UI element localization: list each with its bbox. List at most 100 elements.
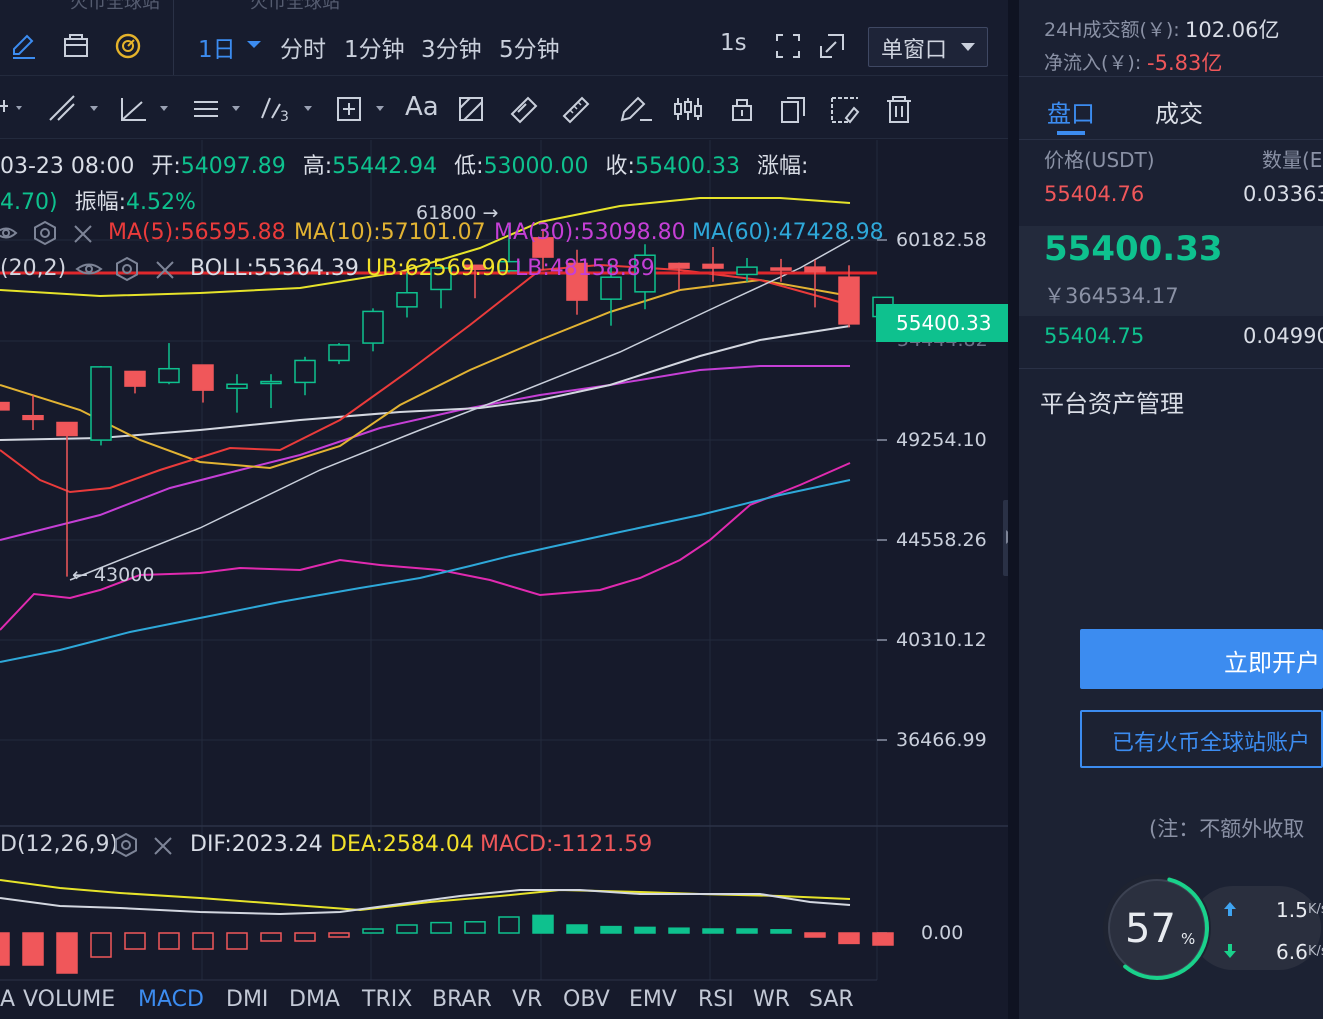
macd-bar <box>668 927 690 934</box>
candle-body <box>260 380 282 385</box>
bid-price[interactable]: 55404.75 <box>1044 324 1144 348</box>
macd-bar <box>498 916 520 934</box>
candle-body <box>158 367 180 384</box>
eye-icon[interactable] <box>75 258 103 280</box>
download-speed: 6.6 <box>1276 940 1308 964</box>
last-price-cny: ￥364534.17 <box>1044 284 1179 308</box>
ma30-label: MA(30):53098.80 <box>494 220 686 245</box>
macd-dea: DEA:2584.04 <box>330 832 474 857</box>
tab-trades[interactable]: 成交 <box>1155 94 1203 129</box>
eye-icon[interactable] <box>0 222 20 244</box>
chart-pane: 火币全球站 火币全球站 1日 分时 1分钟 3分钟 5分钟 1s 单窗口 3 A… <box>0 0 1017 1019</box>
change-value: 4.70) <box>0 190 58 215</box>
indicator-tab-brar[interactable]: BRAR <box>432 987 492 1012</box>
indicator-tab-emv[interactable]: EMV <box>629 987 677 1012</box>
macd-bar <box>770 929 792 934</box>
macd-bar <box>260 932 282 942</box>
boll-ub-label: UB:62569.90 <box>366 256 510 281</box>
upload-speed: 1.5 <box>1276 898 1308 922</box>
indicator-tab-trix[interactable]: TRIX <box>362 987 412 1012</box>
asset-mgmt-title: 平台资产管理 <box>1040 390 1184 418</box>
candle-body <box>396 292 418 308</box>
indicator-tab-dmi[interactable]: DMI <box>226 987 268 1012</box>
macd-value: MACD:-1121.59 <box>480 832 653 857</box>
candle-body <box>702 263 724 269</box>
open-label: 开: <box>151 154 181 179</box>
macd-bar <box>430 921 452 934</box>
close-icon[interactable] <box>72 223 94 245</box>
download-unit: K/s <box>1308 944 1323 959</box>
open-value: 54097.89 <box>180 154 286 179</box>
macd-bar <box>838 932 860 945</box>
market-stats: 24H成交额(￥): 102.06亿 净流入(￥): -5.83亿 <box>1019 0 1323 77</box>
macd-dif: DIF:2023.24 <box>190 832 323 857</box>
speed-widget[interactable]: 57 % 1.5 K/s 6.6 K/s <box>1101 872 1323 984</box>
close-icon[interactable] <box>154 259 176 281</box>
candle-body <box>22 414 44 421</box>
indicator-tab-rsi[interactable]: RSI <box>698 987 734 1012</box>
last-price-box: 55400.33 ￥364534.17 <box>1019 226 1323 316</box>
close-icon[interactable] <box>152 835 174 857</box>
close-label: 收: <box>605 154 635 179</box>
macd-bar <box>566 924 588 934</box>
low-label: 低: <box>454 154 484 179</box>
netflow-value: -5.83亿 <box>1147 51 1223 75</box>
boll-lb-label: LB:48158.89 <box>515 256 655 281</box>
macd-bar <box>294 932 316 942</box>
macd-params: D(12,26,9) <box>0 832 119 857</box>
macd-bar <box>192 932 214 950</box>
high-label: 高: <box>302 154 333 179</box>
tab-orderbook[interactable]: 盘口 <box>1047 94 1095 129</box>
ask-price[interactable]: 55404.76 <box>1044 182 1144 206</box>
macd-bar <box>634 926 656 934</box>
indicator-tab-obv[interactable]: OBV <box>563 987 610 1012</box>
candle-body <box>192 364 214 391</box>
indicator-tab-sar[interactable]: SAR <box>809 987 854 1012</box>
settings-icon[interactable] <box>114 256 140 282</box>
indicator-tab-macd[interactable]: MACD <box>138 987 204 1012</box>
boll-params: (20,2) <box>0 256 67 281</box>
login-account-label: 已有火币全球站账户 <box>1112 731 1311 756</box>
indicator-tab-a[interactable]: A <box>0 987 15 1012</box>
macd-bar <box>124 932 146 950</box>
amp-label: 振幅: <box>74 190 126 215</box>
macd-bar <box>226 932 248 950</box>
ohlc-row: 03-23 08:00 开:54097.89 高:55442.94 低:5300… <box>0 148 808 180</box>
candle-body <box>56 421 78 437</box>
boll-mid-label: BOLL:55364.39 <box>190 256 359 281</box>
macd-bar <box>464 921 486 934</box>
col-qty: 数量(E <box>1262 148 1323 172</box>
col-price: 价格(USDT) <box>1044 148 1155 172</box>
upload-unit: K/s <box>1308 902 1323 917</box>
change-label: 涨幅: <box>756 154 809 179</box>
right-panel: 24H成交额(￥): 102.06亿 净流入(￥): -5.83亿 盘口 成交 … <box>1019 0 1323 1019</box>
fee-note: (注：不额外收取 <box>1149 817 1305 841</box>
macd-bar <box>736 928 758 934</box>
macd-bar <box>328 932 350 938</box>
candle-body <box>736 266 758 276</box>
indicator-tab-vr[interactable]: VR <box>512 987 542 1012</box>
last-price: 55400.33 <box>1044 229 1223 269</box>
macd-bar <box>90 932 112 958</box>
low-value: 53000.00 <box>483 154 589 179</box>
indicator-tab-wr[interactable]: WR <box>753 987 790 1012</box>
upload-arrow-icon <box>1224 902 1236 916</box>
amp-row: 4.70) 振幅:4.52% <box>0 184 196 216</box>
macd-bar <box>532 914 554 934</box>
macd-bar <box>22 932 44 966</box>
close-value: 55400.33 <box>634 154 740 179</box>
indicator-tab-volume[interactable]: VOLUME <box>23 987 115 1012</box>
login-account-button[interactable]: 已有火币全球站账户 <box>1080 710 1323 768</box>
indicator-tab-dma[interactable]: DMA <box>289 987 340 1012</box>
ask-qty: 0.03363 <box>1243 182 1323 206</box>
candle-body <box>804 266 826 273</box>
macd-pane <box>0 879 894 974</box>
macd-bar <box>0 932 10 966</box>
macd-zero-tick: 0.00 <box>921 922 964 944</box>
settings-icon[interactable] <box>113 832 139 858</box>
price-tick: 44558.26 <box>896 529 987 551</box>
open-account-label: 立即开户 <box>1224 649 1320 677</box>
settings-icon[interactable] <box>32 220 58 246</box>
current-price-value: 55400.33 <box>896 311 992 335</box>
open-account-button[interactable]: 立即开户 <box>1080 629 1323 689</box>
